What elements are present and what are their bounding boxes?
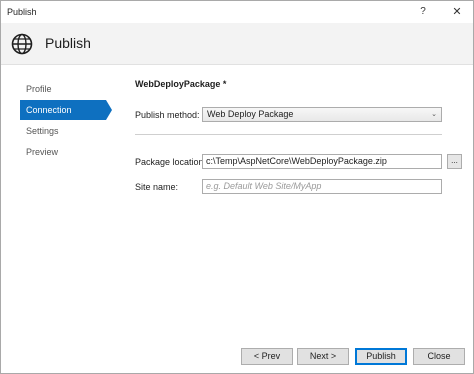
package-location-label: Package location: <box>135 157 207 167</box>
package-location-input[interactable]: c:\Temp\AspNetCore\WebDeployPackage.zip <box>202 154 442 169</box>
prev-button[interactable]: < Prev <box>241 348 293 365</box>
help-button[interactable]: ? <box>415 4 431 20</box>
header-title: Publish <box>45 35 91 51</box>
dialog-header: Publish <box>1 23 473 65</box>
publish-method-select[interactable]: Web Deploy Package ⌄ <box>202 107 442 122</box>
divider <box>135 134 442 135</box>
nav-item-profile[interactable]: Profile <box>20 79 112 99</box>
wizard-nav: Profile Connection Settings Preview <box>20 79 112 163</box>
site-name-label: Site name: <box>135 182 179 192</box>
publish-button[interactable]: Publish <box>355 348 407 365</box>
publish-method-label: Publish method: <box>135 110 200 120</box>
publish-method-value: Web Deploy Package <box>207 109 294 119</box>
browse-button[interactable]: ... <box>447 154 462 169</box>
site-name-input[interactable]: e.g. Default Web Site/MyApp <box>202 179 442 194</box>
close-window-button[interactable]: ✕ <box>449 4 465 20</box>
globe-icon <box>11 33 33 55</box>
close-button[interactable]: Close <box>413 348 465 365</box>
window-title: Publish <box>7 7 37 17</box>
section-title: WebDeployPackage * <box>135 79 227 89</box>
nav-item-settings[interactable]: Settings <box>20 121 112 141</box>
next-button[interactable]: Next > <box>297 348 349 365</box>
chevron-down-icon: ⌄ <box>431 111 437 118</box>
publish-dialog: Publish ? ✕ Publish Profile Connection S… <box>0 0 474 374</box>
title-bar: Publish ? ✕ <box>1 1 473 23</box>
nav-item-connection[interactable]: Connection <box>20 100 112 120</box>
nav-item-preview[interactable]: Preview <box>20 142 112 162</box>
